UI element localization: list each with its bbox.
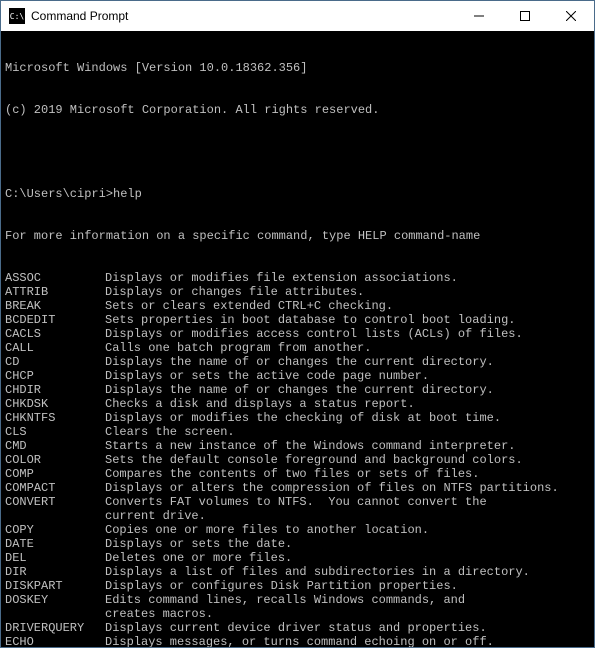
command-row: CHCPDisplays or sets the active code pag… bbox=[5, 369, 590, 383]
command-description: Displays or configures Disk Partition pr… bbox=[105, 579, 590, 593]
command-row: CACLSDisplays or modifies access control… bbox=[5, 327, 590, 341]
command-description: Displays or modifies file extension asso… bbox=[105, 271, 590, 285]
prompt-path: C:\Users\cipri> bbox=[5, 187, 113, 201]
command-name: DEL bbox=[5, 551, 105, 565]
command-name: DISKPART bbox=[5, 579, 105, 593]
minimize-button[interactable] bbox=[456, 1, 502, 31]
window-title: Command Prompt bbox=[31, 9, 456, 23]
command-name: CACLS bbox=[5, 327, 105, 341]
command-description: Sets the default console foreground and … bbox=[105, 453, 590, 467]
command-description: Sets properties in boot database to cont… bbox=[105, 313, 590, 327]
command-name: CHCP bbox=[5, 369, 105, 383]
command-description: Displays or modifies the checking of dis… bbox=[105, 411, 590, 425]
command-description: Copies one or more files to another loca… bbox=[105, 523, 590, 537]
command-row: CHKNTFSDisplays or modifies the checking… bbox=[5, 411, 590, 425]
command-row: COMPCompares the contents of two files o… bbox=[5, 467, 590, 481]
command-name: CHKNTFS bbox=[5, 411, 105, 425]
titlebar[interactable]: C:\ Command Prompt bbox=[1, 1, 594, 31]
commands-list: ASSOCDisplays or modifies file extension… bbox=[5, 271, 590, 647]
command-description: Displays or changes file attributes. bbox=[105, 285, 590, 299]
command-description: Displays messages, or turns command echo… bbox=[105, 635, 590, 647]
command-row: ASSOCDisplays or modifies file extension… bbox=[5, 271, 590, 285]
command-row: COLORSets the default console foreground… bbox=[5, 453, 590, 467]
app-icon: C:\ bbox=[9, 8, 25, 24]
command-description: Displays or alters the compression of fi… bbox=[105, 481, 590, 495]
command-description-cont: current drive. bbox=[5, 509, 590, 523]
command-description: Calls one batch program from another. bbox=[105, 341, 590, 355]
close-button[interactable] bbox=[548, 1, 594, 31]
command-description: Compares the contents of two files or se… bbox=[105, 467, 590, 481]
command-name: ECHO bbox=[5, 635, 105, 647]
command-row: ECHODisplays messages, or turns command … bbox=[5, 635, 590, 647]
command-row: DIRDisplays a list of files and subdirec… bbox=[5, 565, 590, 579]
command-name: CALL bbox=[5, 341, 105, 355]
command-name: ATTRIB bbox=[5, 285, 105, 299]
command-row: COMPACTDisplays or alters the compressio… bbox=[5, 481, 590, 495]
command-name: DATE bbox=[5, 537, 105, 551]
command-description: Clears the screen. bbox=[105, 425, 590, 439]
command-row: DISKPARTDisplays or configures Disk Part… bbox=[5, 579, 590, 593]
command-name: CMD bbox=[5, 439, 105, 453]
command-description: Starts a new instance of the Windows com… bbox=[105, 439, 590, 453]
command-description: Edits command lines, recalls Windows com… bbox=[105, 593, 590, 607]
command-prompt-window: C:\ Command Prompt Microsoft Windows [Ve… bbox=[0, 0, 595, 648]
command-name: COMPACT bbox=[5, 481, 105, 495]
version-line: Microsoft Windows [Version 10.0.18362.35… bbox=[5, 61, 590, 75]
command-description: Displays the name of or changes the curr… bbox=[105, 355, 590, 369]
command-name: CHKDSK bbox=[5, 397, 105, 411]
command-row: CHKDSKChecks a disk and displays a statu… bbox=[5, 397, 590, 411]
command-description-cont: creates macros. bbox=[5, 607, 590, 621]
command-name: COMP bbox=[5, 467, 105, 481]
command-row: DOSKEYEdits command lines, recalls Windo… bbox=[5, 593, 590, 607]
command-row: DATEDisplays or sets the date. bbox=[5, 537, 590, 551]
command-description: Deletes one or more files. bbox=[105, 551, 590, 565]
command-description: Displays current device driver status an… bbox=[105, 621, 590, 635]
command-row: CMDStarts a new instance of the Windows … bbox=[5, 439, 590, 453]
command-name: CONVERT bbox=[5, 495, 105, 509]
command-row: CHDIRDisplays the name of or changes the… bbox=[5, 383, 590, 397]
help-intro: For more information on a specific comma… bbox=[5, 229, 590, 243]
command-name: COLOR bbox=[5, 453, 105, 467]
prompt-line: C:\Users\cipri>help bbox=[5, 187, 590, 201]
command-name: BREAK bbox=[5, 299, 105, 313]
command-description: Sets or clears extended CTRL+C checking. bbox=[105, 299, 590, 313]
command-description: Displays or sets the date. bbox=[105, 537, 590, 551]
command-row: CALLCalls one batch program from another… bbox=[5, 341, 590, 355]
command-name: BCDEDIT bbox=[5, 313, 105, 327]
command-row: ATTRIBDisplays or changes file attribute… bbox=[5, 285, 590, 299]
typed-command: help bbox=[113, 187, 142, 201]
command-row: CLSClears the screen. bbox=[5, 425, 590, 439]
terminal-output[interactable]: Microsoft Windows [Version 10.0.18362.35… bbox=[1, 31, 594, 647]
command-description: Displays a list of files and subdirector… bbox=[105, 565, 590, 579]
command-row: COPYCopies one or more files to another … bbox=[5, 523, 590, 537]
command-row: CONVERTConverts FAT volumes to NTFS. You… bbox=[5, 495, 590, 509]
window-controls bbox=[456, 1, 594, 31]
command-row: DRIVERQUERYDisplays current device drive… bbox=[5, 621, 590, 635]
command-name: CLS bbox=[5, 425, 105, 439]
command-description: Checks a disk and displays a status repo… bbox=[105, 397, 590, 411]
command-row: CDDisplays the name of or changes the cu… bbox=[5, 355, 590, 369]
command-description: Displays or modifies access control list… bbox=[105, 327, 590, 341]
command-name: DOSKEY bbox=[5, 593, 105, 607]
maximize-button[interactable] bbox=[502, 1, 548, 31]
command-description: Converts FAT volumes to NTFS. You cannot… bbox=[105, 495, 590, 509]
command-row: BCDEDITSets properties in boot database … bbox=[5, 313, 590, 327]
command-name: COPY bbox=[5, 523, 105, 537]
command-name: CHDIR bbox=[5, 383, 105, 397]
command-name: DRIVERQUERY bbox=[5, 621, 105, 635]
command-row: BREAKSets or clears extended CTRL+C chec… bbox=[5, 299, 590, 313]
command-name: ASSOC bbox=[5, 271, 105, 285]
command-name: DIR bbox=[5, 565, 105, 579]
copyright-line: (c) 2019 Microsoft Corporation. All righ… bbox=[5, 103, 590, 117]
command-row: DELDeletes one or more files. bbox=[5, 551, 590, 565]
blank-line bbox=[5, 145, 590, 159]
command-name: CD bbox=[5, 355, 105, 369]
command-description: Displays or sets the active code page nu… bbox=[105, 369, 590, 383]
command-description: Displays the name of or changes the curr… bbox=[105, 383, 590, 397]
